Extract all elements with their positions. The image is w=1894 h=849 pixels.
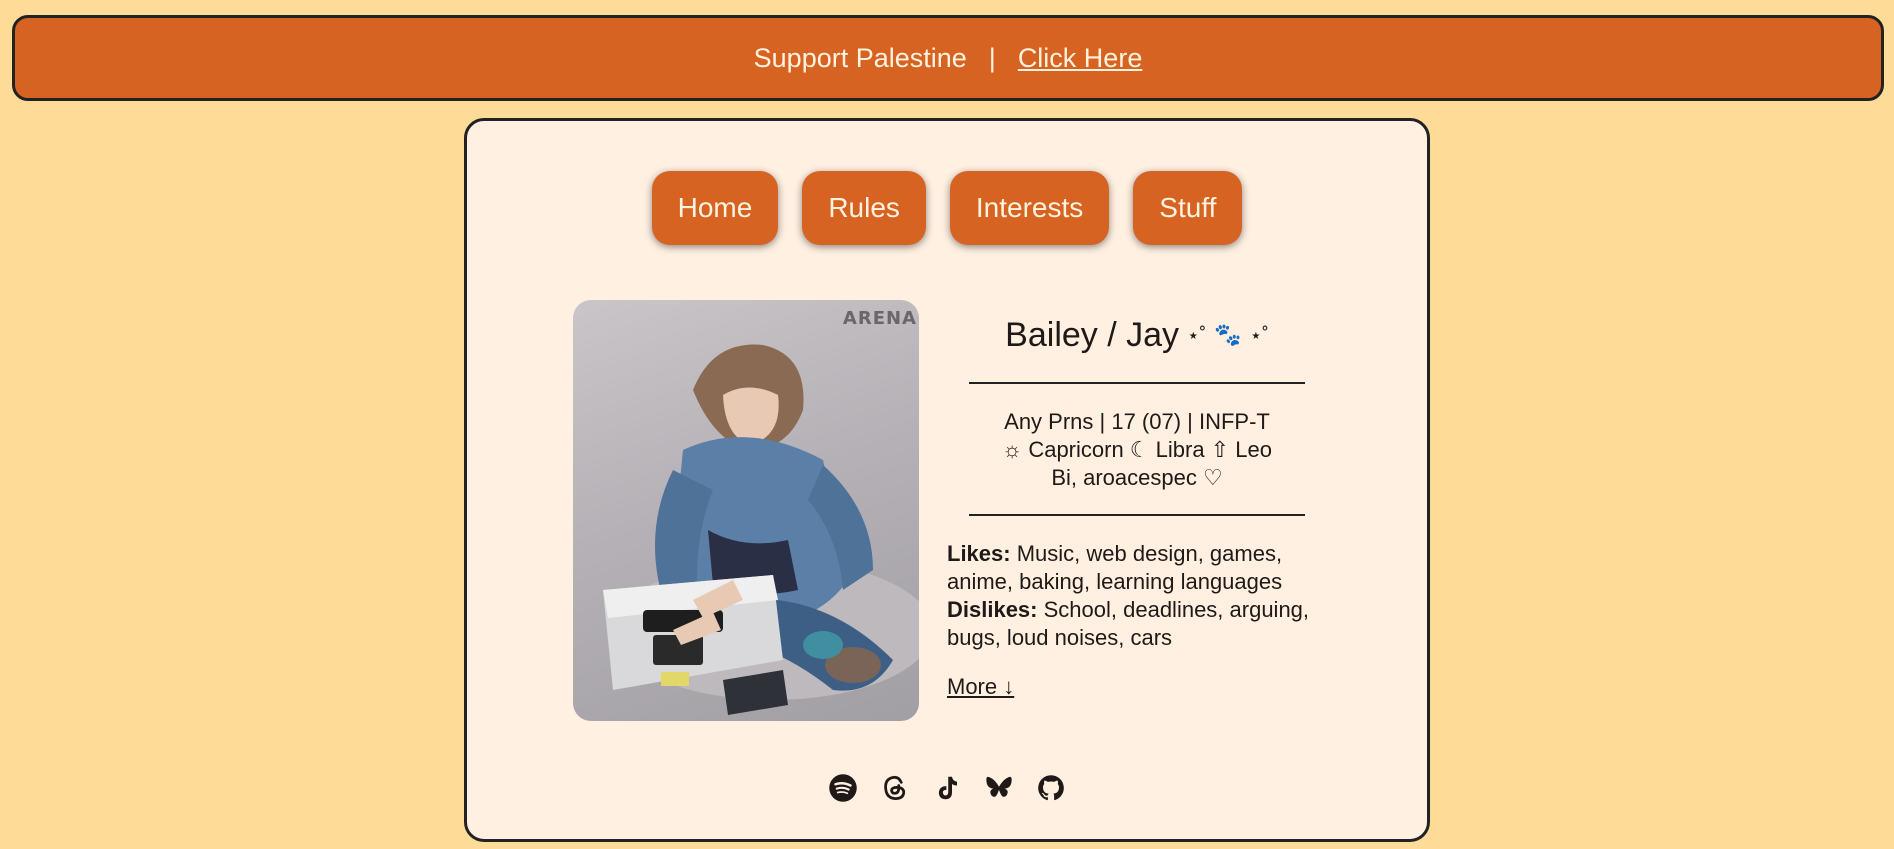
divider-bottom — [969, 514, 1305, 516]
likes-row: Likes: Music, web design, games, anime, … — [947, 540, 1327, 596]
nav-home-button[interactable]: Home — [651, 171, 779, 245]
sparkle-decoration-right: ⋆˚ — [1249, 324, 1269, 347]
stats-zodiac: ☼ Capricorn ☾ Libra ⇧ Leo — [1002, 437, 1272, 462]
nav-stuff-button[interactable]: Stuff — [1133, 171, 1243, 245]
social-links — [467, 773, 1427, 803]
dislikes-row: Dislikes: School, deadlines, arguing, bu… — [947, 596, 1327, 652]
banner-link[interactable]: Click Here — [1018, 43, 1143, 74]
nav-interests-button[interactable]: Interests — [949, 171, 1110, 245]
dislikes-label: Dislikes: — [947, 597, 1038, 622]
spotify-icon[interactable] — [828, 773, 858, 803]
photo-watermark: ARENA — [842, 308, 917, 329]
profile-info: Bailey / Jay ⋆˚ 🐾 ⋆˚ Any Prns | 17 (07) … — [947, 300, 1327, 700]
paw-icon: 🐾 — [1214, 322, 1242, 347]
profile-photo-illustration — [603, 344, 919, 715]
nav-bar: Home Rules Interests Stuff — [467, 171, 1427, 245]
announcement-banner: Support Palestine | Click Here — [12, 15, 1884, 101]
github-icon[interactable] — [1036, 773, 1066, 803]
banner-separator: | — [988, 42, 996, 73]
profile-name: Bailey / Jay — [1005, 315, 1180, 354]
nav-rules-button[interactable]: Rules — [802, 171, 926, 245]
profile-name-row: Bailey / Jay ⋆˚ 🐾 ⋆˚ — [947, 310, 1327, 360]
sparkle-decoration: ⋆˚ — [1187, 324, 1207, 347]
stats-pronouns-age: Any Prns | 17 (07) | INFP-T — [1004, 409, 1270, 434]
threads-icon[interactable] — [880, 773, 910, 803]
divider-top — [969, 382, 1305, 384]
stats-orientation: Bi, aroacespec ♡ — [1051, 465, 1223, 490]
tiktok-icon[interactable] — [932, 773, 962, 803]
more-link[interactable]: More ↓ — [947, 674, 1014, 700]
profile-preferences: Likes: Music, web design, games, anime, … — [947, 540, 1327, 652]
profile-card: Home Rules Interests Stuff ARENA Bailey … — [464, 118, 1430, 842]
profile-photo: ARENA — [573, 300, 919, 721]
banner-text: Support Palestine — [753, 42, 967, 73]
bluesky-icon[interactable] — [984, 773, 1014, 803]
profile-stats: Any Prns | 17 (07) | INFP-T ☼ Capricorn … — [947, 408, 1327, 492]
likes-label: Likes: — [947, 541, 1011, 566]
